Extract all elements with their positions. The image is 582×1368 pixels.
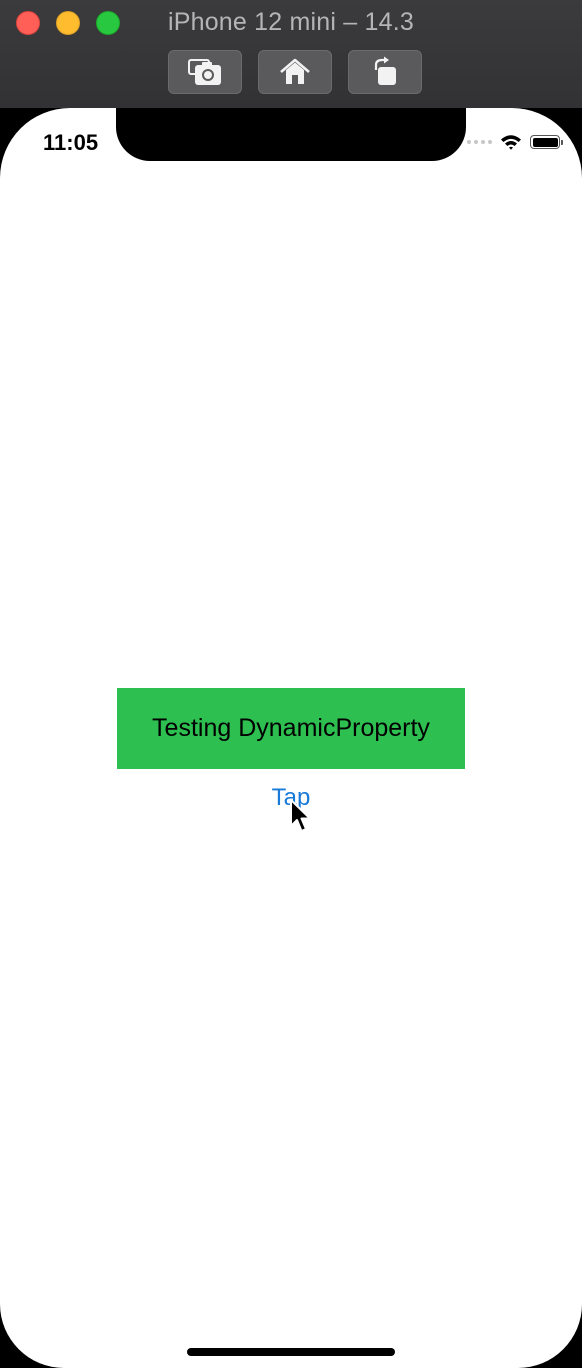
notch (116, 108, 466, 161)
dynamic-property-label: Testing DynamicProperty (117, 688, 465, 769)
status-icons (467, 134, 563, 150)
title-bar: iPhone 12 mini – 14.3 (0, 0, 582, 109)
simulator-window: iPhone 12 mini – 14.3 11:05 Testing Dyna… (0, 0, 582, 1368)
rotate-icon (374, 56, 396, 85)
window-title: iPhone 12 mini – 14.3 (167, 8, 415, 36)
home-button[interactable] (258, 50, 332, 94)
camera-icon (188, 59, 221, 85)
dynamic-property-label-text: Testing DynamicProperty (152, 714, 430, 742)
status-time: 11:05 (43, 130, 99, 155)
mouse-pointer-icon (290, 799, 311, 832)
home-icon (280, 58, 310, 84)
device-screen: 11:05 Testing DynamicProperty Tap (0, 108, 582, 1368)
wifi-icon (501, 135, 521, 150)
screenshot-button[interactable] (168, 50, 242, 94)
app-view: 11:05 Testing DynamicProperty Tap (0, 108, 582, 1368)
home-indicator[interactable] (187, 1348, 395, 1356)
cellular-signal-icon (467, 140, 492, 144)
rotate-button[interactable] (348, 50, 422, 94)
battery-icon (530, 135, 563, 149)
